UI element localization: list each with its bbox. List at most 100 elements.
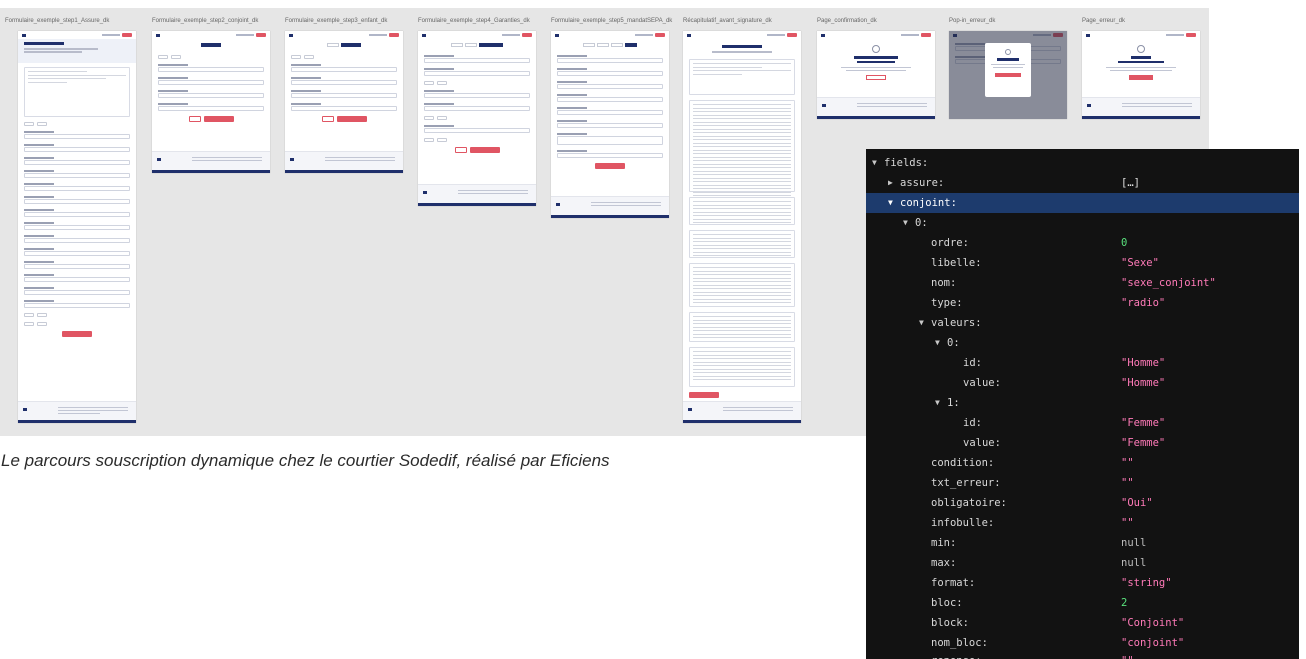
tree-row-max[interactable]: max: null <box>866 553 1299 573</box>
frame-step3-enfant[interactable] <box>285 31 403 173</box>
frame-label-page-erreur[interactable]: Page_erreur_dk <box>1082 18 1125 24</box>
tree-row-nom-bloc[interactable]: nom_bloc: "conjoint" <box>866 633 1299 653</box>
json-key: max: <box>931 557 957 569</box>
tree-row-obligatoire[interactable]: obligatoire: "Oui" <box>866 493 1299 513</box>
frame-label-recapitulatif[interactable]: Récapitulatif_avant_signature_dk <box>683 18 772 24</box>
json-string-value: "" <box>1121 457 1134 469</box>
expand-triangle-icon[interactable]: ▼ <box>919 313 924 333</box>
tree-row-valeurs-1-value[interactable]: value: "Femme" <box>866 433 1299 453</box>
json-string-value: "Sexe" <box>1121 257 1159 269</box>
json-key: id: <box>963 357 982 369</box>
json-string-value: "sexe_conjoint" <box>1121 277 1216 289</box>
json-string-value: "conjoint" <box>1121 637 1185 649</box>
json-string-value: "string" <box>1121 577 1172 589</box>
tree-row-item-0[interactable]: ▼ 0: <box>866 213 1299 233</box>
tree-row-libelle[interactable]: libelle: "Sexe" <box>866 253 1299 273</box>
frame-step4-garanties[interactable] <box>418 31 536 206</box>
tree-row-block[interactable]: block: "Conjoint" <box>866 613 1299 633</box>
frame-label-step5-mandat-sepa[interactable]: Formulaire_exemple_step5_mandatSEPA_dk <box>551 18 672 24</box>
json-key: valeurs: <box>931 317 982 329</box>
json-string-value: "" <box>1121 517 1134 529</box>
tree-row-type[interactable]: type: "radio" <box>866 293 1299 313</box>
collapse-triangle-icon[interactable]: ▶ <box>888 173 893 193</box>
frame-label-step4-garanties[interactable]: Formulaire_exemple_step4_Garanties_dk <box>418 18 530 24</box>
frame-confirmation[interactable] <box>817 31 935 119</box>
json-key: ordre: <box>931 237 969 249</box>
expand-triangle-icon[interactable]: ▼ <box>903 213 908 233</box>
json-null-value: null <box>1121 557 1147 569</box>
json-key: condition: <box>931 457 995 469</box>
tree-row-assure[interactable]: ▶ assure: […] <box>866 173 1299 193</box>
frame-recapitulatif[interactable] <box>683 31 801 423</box>
tree-row-conjoint[interactable]: ▼ conjoint: <box>866 193 1299 213</box>
frame-popin-erreur[interactable] <box>949 31 1067 119</box>
tree-row-format[interactable]: format: "string" <box>866 573 1299 593</box>
tree-row-valeurs[interactable]: ▼ valeurs: <box>866 313 1299 333</box>
frame-label-step1-assure[interactable]: Formulaire_exemple_step1_Assure_dk <box>5 18 109 24</box>
figure-caption: Le parcours souscription dynamique chez … <box>1 451 610 470</box>
tree-row-condition[interactable]: condition: "" <box>866 453 1299 473</box>
json-string-value: "radio" <box>1121 297 1166 309</box>
json-key: type: <box>931 297 963 309</box>
expand-triangle-icon[interactable]: ▼ <box>935 393 940 413</box>
json-string-value: "" <box>1121 651 1134 659</box>
json-string-value: "Conjoint" <box>1121 617 1185 629</box>
expand-triangle-icon[interactable]: ▼ <box>872 153 877 173</box>
frame-label-popin-erreur[interactable]: Pop-in_erreur_dk <box>949 18 995 24</box>
json-inspector-panel[interactable]: ▼ fields: ▶ assure: […] ▼ conjoint: ▼ 0:… <box>866 149 1299 659</box>
json-number-value: 2 <box>1121 597 1128 609</box>
json-key: conjoint: <box>900 197 957 209</box>
tree-row-infobulle[interactable]: infobulle: "" <box>866 513 1299 533</box>
json-key: obligatoire: <box>931 497 1007 509</box>
frame-label-step2-conjoint[interactable]: Formulaire_exemple_step2_conjoint_dk <box>152 18 258 24</box>
json-key: 0: <box>915 217 928 229</box>
expand-triangle-icon[interactable]: ▼ <box>888 193 893 213</box>
tree-row-ordre[interactable]: ordre: 0 <box>866 233 1299 253</box>
json-string-value: "Femme" <box>1121 417 1166 429</box>
tree-row-valeurs-0[interactable]: ▼ 0: <box>866 333 1299 353</box>
frame-step2-conjoint[interactable] <box>152 31 270 173</box>
json-key: format: <box>931 577 976 589</box>
json-key: nom: <box>931 277 957 289</box>
json-key: block: <box>931 617 969 629</box>
json-key: fields: <box>884 157 929 169</box>
json-string-value: "Oui" <box>1121 497 1153 509</box>
json-key: 0: <box>947 337 960 349</box>
tree-row-reponse[interactable]: reponse: "" <box>866 651 1299 659</box>
tree-row-bloc[interactable]: bloc: 2 <box>866 593 1299 613</box>
json-key: reponse: <box>931 651 982 659</box>
json-key: infobulle: <box>931 517 995 529</box>
json-key: min: <box>931 537 957 549</box>
frame-step5-mandat-sepa[interactable] <box>551 31 669 218</box>
frame-page-erreur[interactable] <box>1082 31 1200 119</box>
json-key: txt_erreur: <box>931 477 1001 489</box>
json-string-value: "Homme" <box>1121 377 1166 389</box>
json-string-value: "" <box>1121 477 1134 489</box>
json-key: bloc: <box>931 597 963 609</box>
tree-row-valeurs-1-id[interactable]: id: "Femme" <box>866 413 1299 433</box>
frame-label-step3-enfant[interactable]: Formulaire_exemple_step3_enfant_dk <box>285 18 387 24</box>
tree-row-valeurs-1[interactable]: ▼ 1: <box>866 393 1299 413</box>
frame-label-confirmation[interactable]: Page_confirmation_dk <box>817 18 877 24</box>
json-key: 1: <box>947 397 960 409</box>
tree-row-txt-erreur[interactable]: txt_erreur: "" <box>866 473 1299 493</box>
json-key: libelle: <box>931 257 982 269</box>
frame-step1-assure[interactable] <box>18 31 136 423</box>
json-number-value: 0 <box>1121 237 1128 249</box>
tree-row-nom[interactable]: nom: "sexe_conjoint" <box>866 273 1299 293</box>
expand-triangle-icon[interactable]: ▼ <box>935 333 940 353</box>
tree-row-valeurs-0-value[interactable]: value: "Homme" <box>866 373 1299 393</box>
json-key: value: <box>963 437 1001 449</box>
json-collapsed-value: […] <box>1121 177 1140 189</box>
tree-row-min[interactable]: min: null <box>866 533 1299 553</box>
json-null-value: null <box>1121 537 1147 549</box>
screenshot-stage: Formulaire_exemple_step1_Assure_dk Formu… <box>0 0 1306 659</box>
tree-row-fields[interactable]: ▼ fields: <box>866 153 1299 173</box>
json-string-value: "Homme" <box>1121 357 1166 369</box>
json-key: assure: <box>900 177 945 189</box>
json-string-value: "Femme" <box>1121 437 1166 449</box>
json-key: value: <box>963 377 1001 389</box>
tree-row-valeurs-0-id[interactable]: id: "Homme" <box>866 353 1299 373</box>
json-key: id: <box>963 417 982 429</box>
json-key: nom_bloc: <box>931 637 988 649</box>
